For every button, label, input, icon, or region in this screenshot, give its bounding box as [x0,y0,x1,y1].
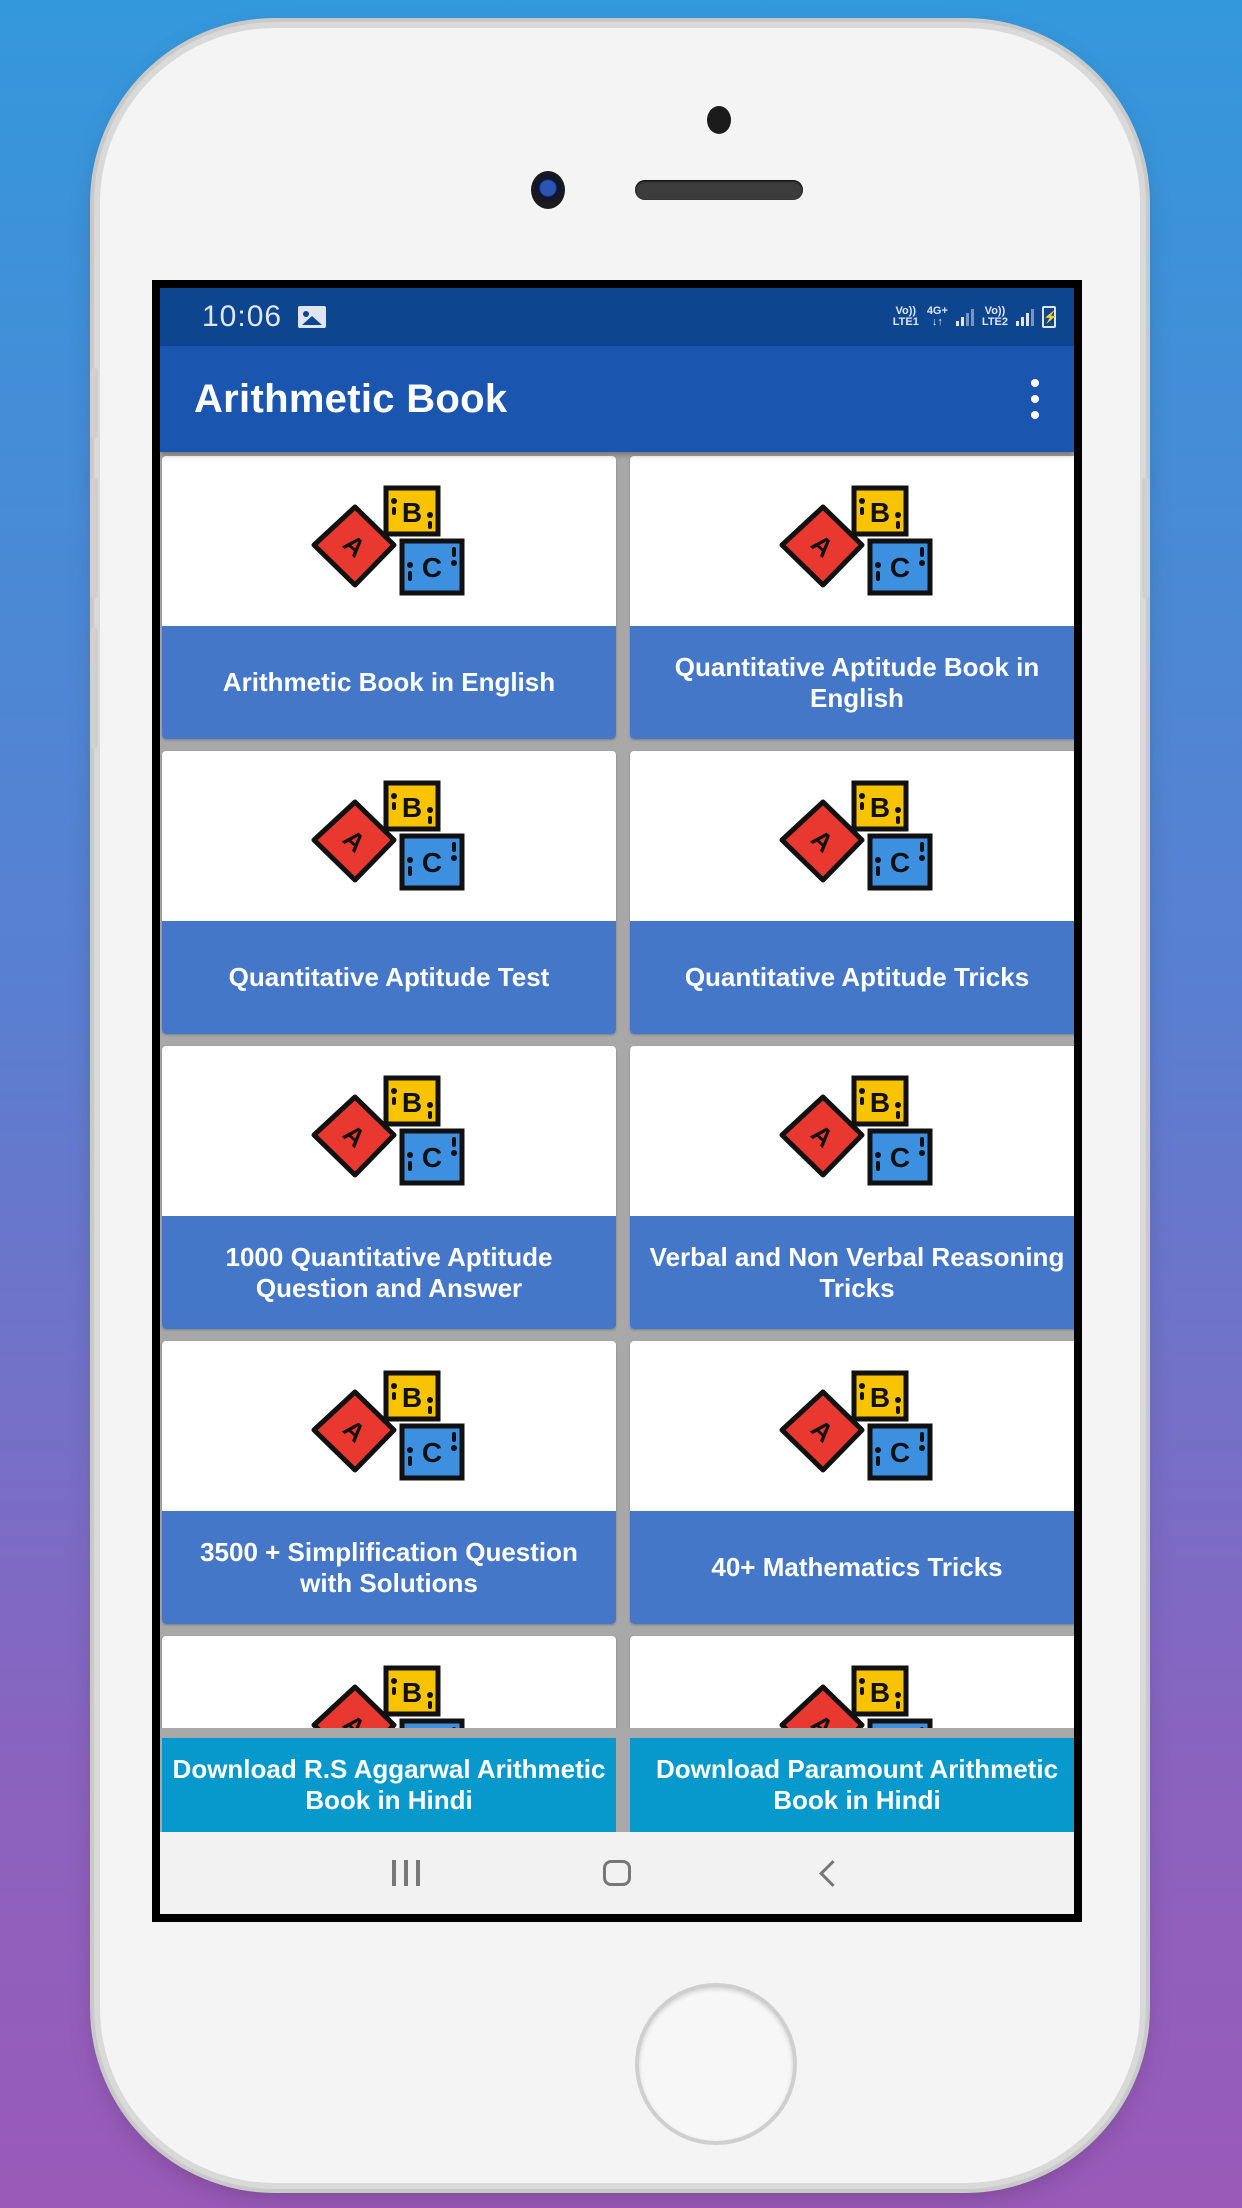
sim1-volte-indicator: Vo)) LTE1 [893,306,919,328]
download-paramount-button[interactable]: Download Paramount Arithmetic Book in Hi… [630,1738,1074,1832]
download-rs-aggarwal-button[interactable]: Download R.S Aggarwal Arithmetic Book in… [162,1738,616,1832]
abc-blocks-icon: B A C [311,485,465,596]
menu-grid: B A C Arithmetic Book in English B A C Q… [160,452,1074,1914]
svg-text:B: B [870,497,890,528]
svg-text:C: C [890,1437,910,1468]
earpiece-speaker [635,180,803,200]
recents-icon [391,1860,420,1886]
svg-text:B: B [870,792,890,823]
svg-text:B: B [870,1382,890,1413]
card-image: B A C [630,751,1074,921]
battery-charging-icon [1042,306,1058,328]
svg-text:C: C [890,847,910,878]
image-notification-icon [298,306,327,328]
status-time: 10:06 [202,300,283,333]
menu-card-6[interactable]: B A C Verbal and Non Verbal Reasoning Tr… [630,1046,1074,1329]
card-label: Quantitative Aptitude Test [162,921,616,1034]
home-button[interactable] [587,1848,647,1898]
abc-blocks-icon: B A C [311,1075,465,1186]
abc-blocks-icon: B A C [311,780,465,891]
phone-power-button [1142,478,1150,598]
sim2-lte-label: LTE2 [981,316,1008,328]
card-label: 1000 Quantitative Aptitude Question and … [162,1216,616,1329]
svg-text:B: B [402,792,422,823]
back-icon [818,1859,846,1887]
abc-blocks-icon: B A C [311,1370,465,1481]
download-buttons-bar: Download R.S Aggarwal Arithmetic Book in… [160,1728,1074,1832]
menu-card-2[interactable]: B A C Quantitative Aptitude Book in Engl… [630,456,1074,739]
phone-screen: 10:06 Vo)) LTE1 4G+ ↓↑ Vo)) LTE2 ⚡ Arith… [152,280,1082,1922]
status-bar: 10:06 Vo)) LTE1 4G+ ↓↑ Vo)) LTE2 [160,288,1074,346]
phone-side-button [90,368,98,438]
svg-text:C: C [422,1437,442,1468]
svg-text:C: C [422,552,442,583]
card-label: 3500 + Simplification Question with Solu… [162,1511,616,1624]
svg-text:C: C [890,1142,910,1173]
network-type-indicator: 4G+ ↓↑ [927,306,948,328]
overflow-menu-icon[interactable] [1020,379,1050,419]
card-image: B A C [630,1046,1074,1216]
phone-home-button[interactable] [635,1983,797,2145]
card-image: B A C [630,1341,1074,1511]
sim2-volte-indicator: Vo)) LTE2 [982,306,1008,328]
sim1-lte-label: LTE1 [892,316,919,328]
menu-card-3[interactable]: B A C Quantitative Aptitude Test [162,751,616,1034]
card-image: B A C [162,456,616,626]
app-bar: Arithmetic Book [160,346,1074,452]
menu-card-7[interactable]: B A C 3500 + Simplification Question wit… [162,1341,616,1624]
signal-sim2-icon [1016,308,1034,326]
svg-text:C: C [890,552,910,583]
svg-text:C: C [422,1142,442,1173]
navigation-bar [160,1832,1074,1914]
abc-blocks-icon: B A C [779,1075,933,1186]
recents-button[interactable] [376,1848,436,1898]
svg-text:B: B [870,1087,890,1118]
menu-card-8[interactable]: B A C 40+ Mathematics Tricks [630,1341,1074,1624]
card-image: B A C [162,1046,616,1216]
svg-text:B: B [402,1087,422,1118]
front-camera [531,171,565,209]
signal-sim1-icon [955,308,974,326]
abc-blocks-icon: B A C [779,780,933,891]
card-label: Quantitative Aptitude Book in English [630,626,1074,739]
card-image: B A C [630,456,1074,626]
data-activity-icon: ↓↑ [931,316,943,328]
status-icons: Vo)) LTE1 4G+ ↓↑ Vo)) LTE2 [893,306,1058,328]
card-label: Verbal and Non Verbal Reasoning Tricks [630,1216,1074,1329]
home-icon [602,1860,631,1886]
menu-card-5[interactable]: B A C 1000 Quantitative Aptitude Questio… [162,1046,616,1329]
menu-card-4[interactable]: B A C Quantitative Aptitude Tricks [630,751,1074,1034]
card-label: Arithmetic Book in English [162,626,616,739]
card-label: Quantitative Aptitude Tricks [630,921,1074,1034]
card-image: B A C [162,1341,616,1511]
app-title: Arithmetic Book [194,376,508,421]
phone-volume-up [90,478,98,598]
abc-blocks-icon: B A C [779,1370,933,1481]
svg-text:B: B [402,497,422,528]
proximity-sensor [707,106,731,134]
card-image: B A C [162,751,616,921]
card-label: 40+ Mathematics Tricks [630,1511,1074,1624]
abc-blocks-icon: B A C [779,485,933,596]
phone-volume-down [90,628,98,748]
menu-card-1[interactable]: B A C Arithmetic Book in English [162,456,616,739]
app-screen: 10:06 Vo)) LTE1 4G+ ↓↑ Vo)) LTE2 ⚡ Arith… [160,288,1074,1914]
back-button[interactable] [798,1848,858,1898]
svg-text:B: B [402,1677,422,1708]
svg-text:C: C [422,847,442,878]
svg-text:B: B [870,1677,890,1708]
svg-text:B: B [402,1382,422,1413]
